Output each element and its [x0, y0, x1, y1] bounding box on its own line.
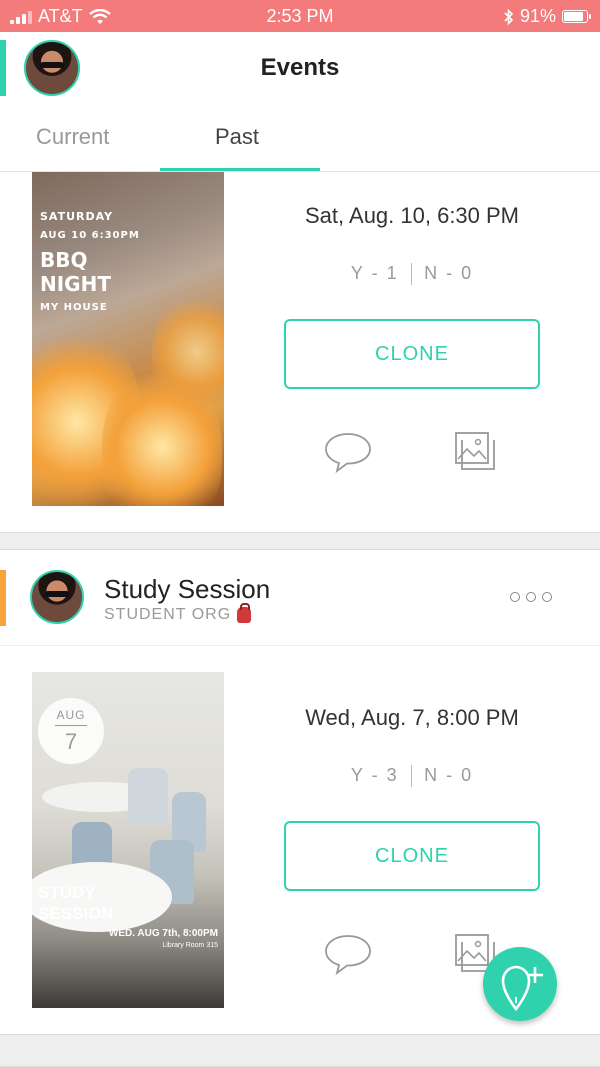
- event-date-time: Wed, Aug. 7, 8:00 PM: [305, 705, 519, 730]
- poster-title-line: STUDY: [38, 883, 96, 902]
- add-location-icon: [501, 965, 543, 1012]
- poster-title: STUDY SESSION: [38, 882, 114, 924]
- poster-line: AUG 10 6:30PM: [40, 230, 140, 241]
- rsvp-no: N - 0: [424, 765, 474, 785]
- rsvp-divider: [410, 765, 413, 788]
- card-separator: [0, 1034, 600, 1067]
- event-date-time: Sat, Aug. 10, 6:30 PM: [304, 203, 520, 228]
- rsvp-yes: Y - 1: [350, 263, 399, 283]
- poster-day: 7: [64, 729, 78, 754]
- tab-bar: Current Past: [0, 104, 600, 172]
- rsvp-counts: Y - 3 N - 0: [284, 765, 540, 788]
- more-options-icon[interactable]: [510, 592, 552, 602]
- clone-button[interactable]: CLONE: [284, 821, 540, 891]
- tab-selected-indicator: [160, 168, 320, 171]
- comment-icon[interactable]: [323, 431, 373, 473]
- poster-line: SATURDAY: [40, 210, 114, 223]
- poster-when: WED. AUG 7th, 8:00PM: [108, 928, 218, 939]
- organization-name: STUDENT ORG: [104, 606, 232, 623]
- app-header: Events: [0, 32, 600, 104]
- poster-title-line: SESSION: [38, 904, 114, 923]
- rsvp-yes: Y - 3: [350, 765, 399, 785]
- page-title: Events: [260, 54, 340, 81]
- org-accent-bar: [0, 570, 6, 626]
- battery-group: 91%: [504, 6, 591, 27]
- card-separator: [0, 532, 600, 550]
- battery-percent: 91%: [519, 6, 556, 26]
- poster-date-badge: AUG 7: [38, 698, 104, 764]
- battery-icon: [562, 10, 591, 23]
- rsvp-no: N - 0: [424, 263, 474, 283]
- rsvp-counts: Y - 1 N - 0: [284, 263, 540, 286]
- status-bar: AT&T 2:53 PM 91%: [0, 0, 600, 32]
- poster-where: Library Room 315: [162, 942, 218, 949]
- backpack-icon: [237, 603, 252, 623]
- poster-line: NIGHT: [40, 272, 111, 296]
- poster-month: AUG: [56, 708, 86, 722]
- bluetooth-icon: [504, 8, 514, 25]
- event-title[interactable]: Study Session: [104, 574, 270, 605]
- tab-current[interactable]: Current: [36, 124, 109, 150]
- rsvp-divider: [410, 263, 413, 286]
- event-poster-study[interactable]: AUG 7 STUDY SESSION WED. AUG 7th, 8:00PM…: [32, 672, 224, 1008]
- poster-line: MY HOUSE: [40, 302, 108, 313]
- event-organization: STUDENT ORG: [104, 603, 252, 624]
- tab-past[interactable]: Past: [215, 124, 259, 150]
- event-card-header: Study Session STUDENT ORG: [0, 550, 600, 646]
- gallery-icon[interactable]: [454, 431, 498, 473]
- comment-icon[interactable]: [323, 933, 373, 975]
- event-poster-bbq[interactable]: SATURDAY AUG 10 6:30PM BBQ NIGHT MY HOUS…: [32, 172, 224, 506]
- poster-line: BBQ: [40, 248, 88, 272]
- clone-button[interactable]: CLONE: [284, 319, 540, 389]
- add-event-button[interactable]: [483, 947, 557, 1021]
- host-avatar[interactable]: [30, 570, 84, 624]
